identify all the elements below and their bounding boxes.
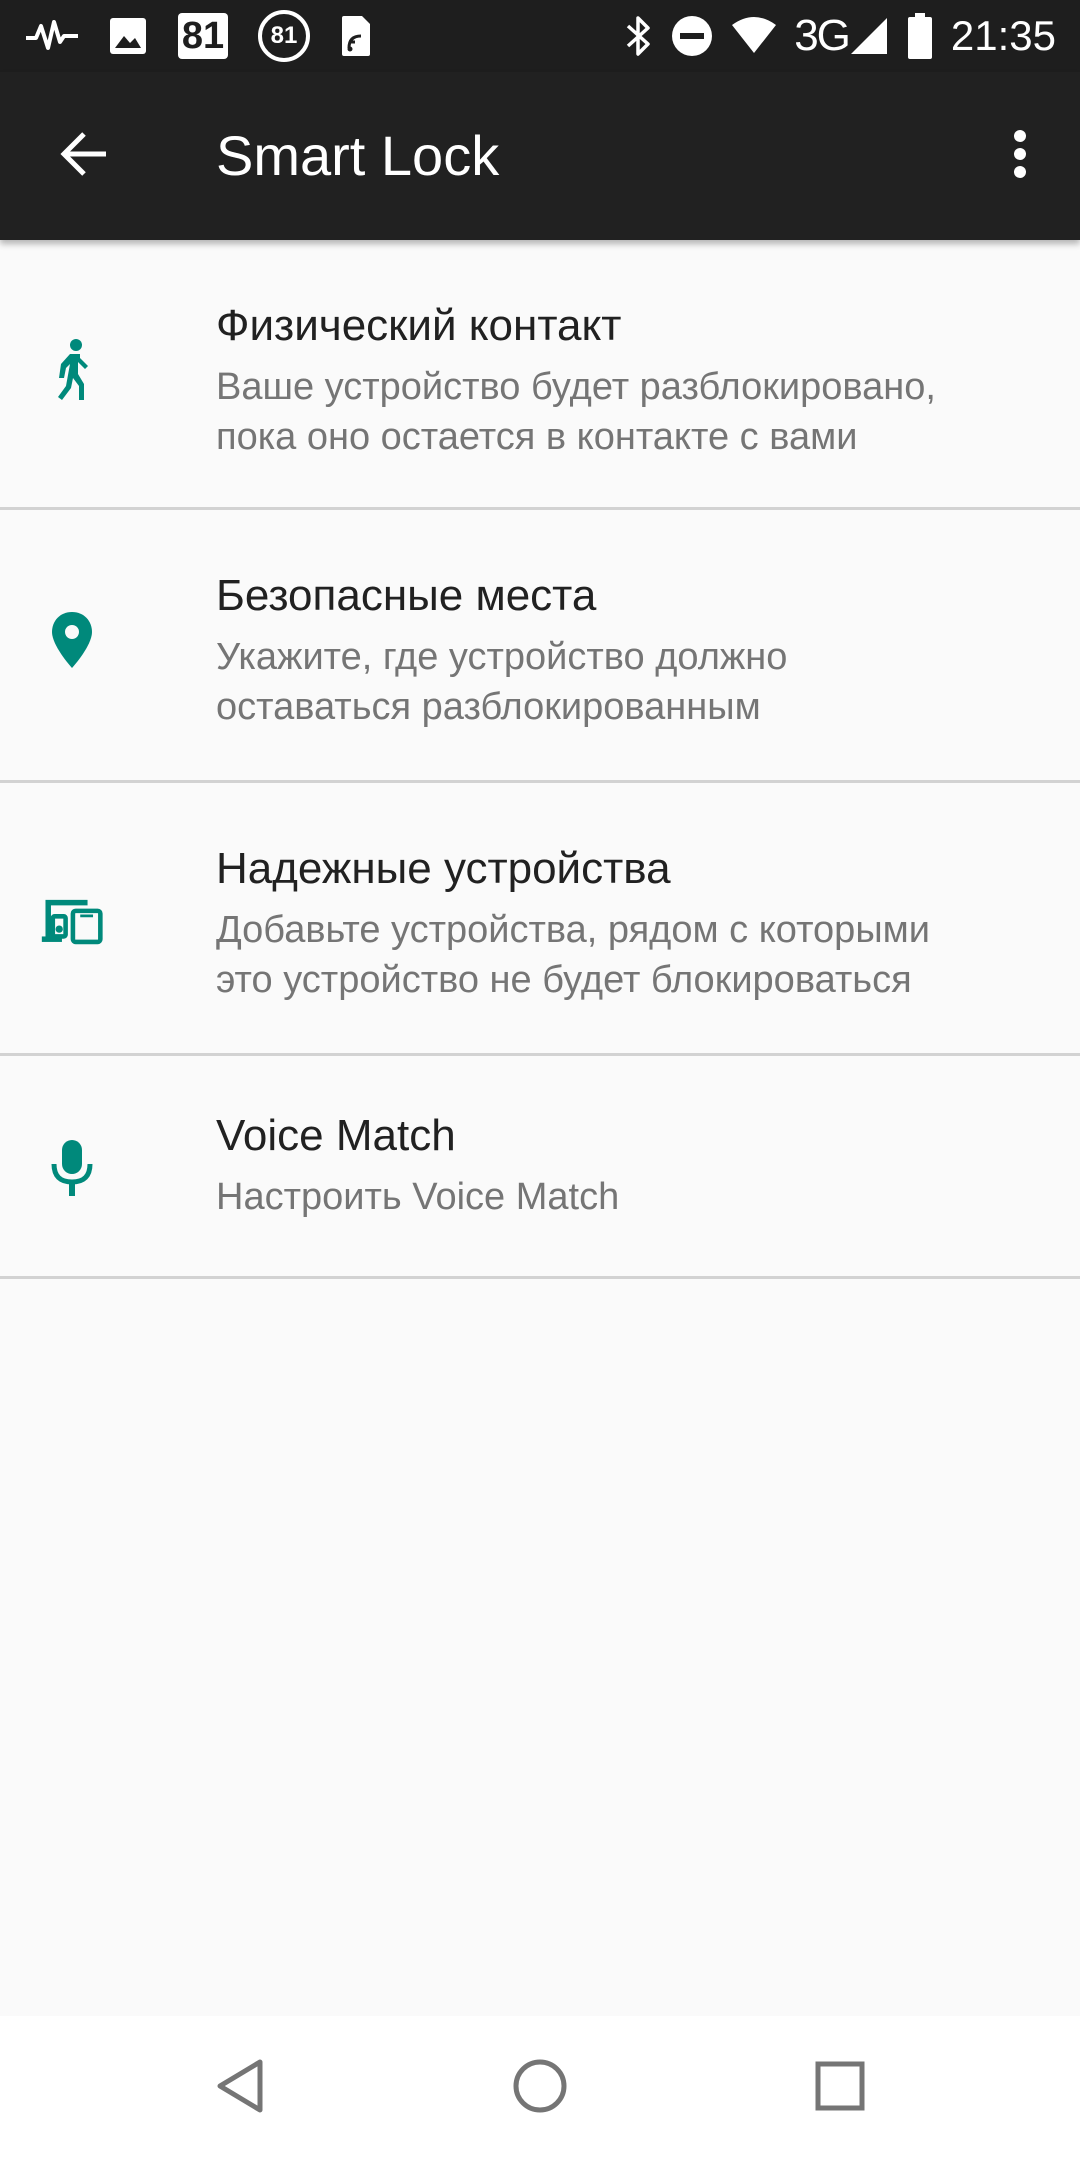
- item-summary-line: Ваше устройство будет разблокировано,: [216, 366, 936, 408]
- circle-81-icon: 81: [258, 10, 310, 62]
- wifi-icon: [732, 17, 777, 55]
- nav-recents-icon: [812, 2058, 868, 2118]
- item-summary-line: Добавьте устройства, рядом с которыми: [216, 909, 930, 951]
- nav-back-button[interactable]: [196, 2044, 284, 2132]
- item-summary-line: это устройство не будет блокироваться: [216, 959, 912, 1001]
- smart-lock-options-list: Физический контакт Ваше устройство будет…: [0, 240, 1080, 1279]
- item-title: Надежные устройства: [216, 844, 671, 893]
- item-summary: Добавьте устройства, рядом с которыми эт…: [216, 905, 1040, 1005]
- nav-recents-button[interactable]: [796, 2044, 884, 2132]
- devices-icon: [40, 888, 104, 952]
- network-type-label: 3G: [794, 11, 851, 60]
- pulse-icon: [26, 18, 78, 54]
- battery-icon: [907, 13, 933, 59]
- item-text: Физический контакт Ваше устройство будет…: [216, 298, 1040, 462]
- back-button[interactable]: [40, 112, 128, 200]
- item-summary-line: Укажите, где устройство должно: [216, 636, 788, 678]
- arrow-back-icon: [58, 128, 110, 184]
- bluetooth-icon: [624, 14, 652, 58]
- signal-icon: [849, 16, 889, 56]
- microphone-icon: [40, 1136, 104, 1200]
- walking-person-icon: [40, 338, 104, 402]
- item-summary-line: пока оно остается в контакте с вами: [216, 416, 858, 458]
- status-left-icons: 81 81: [26, 0, 402, 72]
- sim-nfc-icon: [340, 14, 372, 58]
- more-options-button[interactable]: [976, 112, 1064, 200]
- location-pin-icon: [40, 608, 104, 672]
- nav-home-icon: [510, 2056, 570, 2120]
- do-not-disturb-icon: [670, 14, 714, 58]
- item-title: Физический контакт: [216, 301, 622, 350]
- list-item-voice-match[interactable]: Voice Match Настроить Voice Match: [0, 1056, 1080, 1279]
- item-text: Надежные устройства Добавьте устройства,…: [216, 841, 1040, 1005]
- item-title: Voice Match: [216, 1111, 456, 1160]
- status-right-icons: 3G 21:35: [606, 0, 1056, 72]
- item-summary: Ваше устройство будет разблокировано, по…: [216, 362, 1040, 462]
- item-text: Безопасные места Укажите, где устройство…: [216, 568, 1040, 732]
- nav-back-icon: [212, 2056, 268, 2120]
- list-item-trusted-devices[interactable]: Надежные устройства Добавьте устройства,…: [0, 783, 1080, 1056]
- item-title: Безопасные места: [216, 571, 597, 620]
- page-title: Smart Lock: [216, 124, 500, 187]
- app-bar: Smart Lock: [0, 72, 1080, 240]
- navigation-bar: [0, 2016, 1080, 2160]
- item-summary: Укажите, где устройство должно оставатьс…: [216, 632, 1040, 732]
- item-text: Voice Match Настроить Voice Match: [216, 1108, 1040, 1222]
- item-summary-line: оставаться разблокированным: [216, 686, 761, 728]
- nav-home-button[interactable]: [496, 2044, 584, 2132]
- list-item-trusted-places[interactable]: Безопасные места Укажите, где устройство…: [0, 510, 1080, 783]
- status-bar: 81 81 3G 21:35: [0, 0, 1080, 72]
- clock-time: 21:35: [950, 12, 1056, 59]
- list-item-on-body-detection[interactable]: Физический контакт Ваше устройство будет…: [0, 240, 1080, 510]
- item-summary: Настроить Voice Match: [216, 1176, 620, 1218]
- more-vert-icon: [1012, 128, 1028, 184]
- image-icon: [108, 16, 148, 56]
- calendar-81-icon: 81: [178, 13, 228, 59]
